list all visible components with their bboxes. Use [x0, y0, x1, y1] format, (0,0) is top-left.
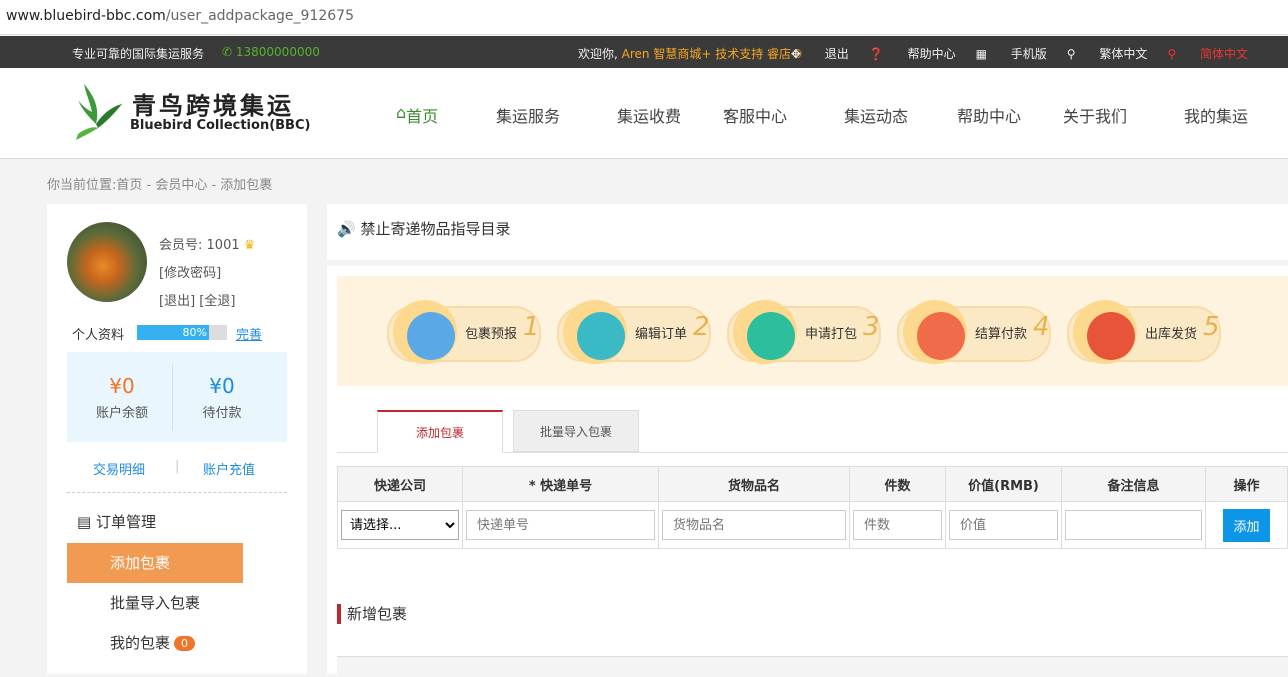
- nav-fees[interactable]: 集运收费: [617, 103, 681, 127]
- top-links: ✥ 退出 ❓ 帮助中心 ▦ 手机版 ⚲ 繁体中文 ⚲ 简体中文: [771, 45, 1248, 62]
- menu-batch-import[interactable]: 批量导入包裹: [67, 583, 243, 623]
- user-info: 会员号: 1001 ♛ [修改密码] [退出] [全退]: [159, 232, 255, 316]
- value-input[interactable]: [949, 510, 1058, 540]
- mobile-link[interactable]: ▦ 手机版: [976, 45, 1047, 62]
- profile-label: 个人资料: [72, 328, 125, 343]
- header-courier: 快递公司: [337, 466, 463, 502]
- header-remarks: 备注信息: [1061, 466, 1206, 502]
- simplified-chinese-link[interactable]: ⚲ 简体中文: [1167, 45, 1248, 62]
- new-packages-heading: 新增包裹: [337, 604, 407, 624]
- order-management-heading: ▤ 订单管理: [77, 513, 156, 531]
- chevron-down-icon: ⌄: [723, 103, 733, 116]
- link-separator: |: [175, 459, 180, 474]
- nav-my-shipping[interactable]: 我的集运: [1184, 103, 1248, 127]
- profile-progress-fill: 80%: [137, 325, 209, 340]
- remarks-input[interactable]: [1065, 510, 1202, 540]
- bird-logo-icon: [76, 84, 122, 140]
- profile-progress: 80%: [137, 325, 227, 340]
- member-number: 会员号: 1001 ♛: [159, 238, 256, 253]
- chevron-down-icon: ⌄: [496, 103, 506, 116]
- logout-link[interactable]: ✥ 退出: [791, 45, 849, 62]
- section-divider: [327, 260, 1288, 266]
- quantity-input[interactable]: [853, 510, 942, 540]
- main-content: 🔊 禁止寄递物品指导目录 包裹预报 1 编辑订单 2 申请打包 3 结算付款 4 出库发…: [327, 204, 1288, 677]
- traditional-chinese-link[interactable]: ⚲ 繁体中文: [1067, 45, 1148, 62]
- menu-my-packages[interactable]: 我的包裹 0: [67, 623, 243, 663]
- logo-chinese: 青鸟跨境集运: [132, 92, 294, 120]
- recharge-link[interactable]: 账户充值: [203, 459, 255, 478]
- package-form-table: 快递公司 * 快递单号 货物品名 件数 价值(RMB) 备注信息 操作 请选择.…: [337, 466, 1288, 549]
- crown-icon: ♛: [243, 238, 256, 253]
- complete-profile-link[interactable]: 完善: [236, 324, 262, 343]
- truck-icon: [1087, 312, 1135, 360]
- package-count-badge: 0: [174, 636, 196, 651]
- box-icon: [407, 312, 455, 360]
- breadcrumb: 你当前位置:首页 - 会员中心 - 添加包裹: [47, 178, 273, 193]
- phone-number: ✆ 13800000000: [222, 45, 320, 59]
- chevron-down-icon: ⌄: [1063, 103, 1073, 116]
- table-row: 请选择... 添加: [337, 501, 1288, 549]
- add-button[interactable]: 添加: [1223, 508, 1270, 542]
- dashed-divider: [67, 492, 287, 493]
- welcome-text: 欢迎你, Aren 智慧商城+ 技术支持 睿店®: [578, 47, 804, 61]
- browser-address-bar[interactable]: www.bluebird-bbc.com/user_addpackage_912…: [0, 0, 1288, 35]
- table-header-row: 快递公司 * 快递单号 货物品名 件数 价值(RMB) 备注信息 操作: [337, 466, 1288, 502]
- speaker-icon: 🔊: [337, 220, 356, 238]
- avatar: [67, 222, 147, 302]
- prohibited-items-notice[interactable]: 🔊 禁止寄递物品指导目录: [337, 218, 510, 239]
- package-tabs: 添加包裹 批量导入包裹: [337, 410, 1288, 453]
- logout-links[interactable]: [退出] [全退]: [159, 288, 255, 316]
- nav-help[interactable]: 帮助中心: [957, 103, 1021, 127]
- new-packages-table: [337, 656, 1288, 677]
- header-quantity: 件数: [849, 466, 946, 502]
- header-action: 操作: [1205, 466, 1288, 502]
- account-balance: ¥0 账户余额: [95, 374, 148, 421]
- tab-add-package[interactable]: 添加包裹: [377, 410, 503, 453]
- transactions-link[interactable]: 交易明细: [93, 459, 145, 478]
- help-link[interactable]: ❓ 帮助中心: [869, 45, 956, 62]
- top-bar: 专业可靠的国际集运服务 ✆ 13800000000 欢迎你, Aren 智慧商城…: [0, 36, 1288, 68]
- site-logo[interactable]: 青鸟跨境集运 Bluebird Collection(BBC): [74, 80, 314, 144]
- header-goods: 货物品名: [658, 466, 850, 502]
- yen-icon: [917, 312, 965, 360]
- nav-news[interactable]: 集运动态: [844, 103, 908, 127]
- courier-select[interactable]: 请选择...: [341, 510, 459, 540]
- header-value: 价值(RMB): [945, 466, 1062, 502]
- tagline: 专业可靠的国际集运服务: [72, 47, 205, 61]
- process-steps: 包裹预报 1 编辑订单 2 申请打包 3 结算付款 4 出库发货 5: [337, 276, 1288, 386]
- change-password-link[interactable]: [修改密码]: [159, 260, 255, 288]
- logo-english: Bluebird Collection(BBC): [130, 118, 311, 133]
- site-header: 青鸟跨境集运 Bluebird Collection(BBC) ⌂ 首页 集运服…: [0, 68, 1288, 159]
- gauge-icon: [577, 312, 625, 360]
- pending-payment: ¥0 待付款: [202, 374, 242, 421]
- url-text: www.bluebird-bbc.com/user_addpackage_912…: [6, 8, 354, 24]
- star-package-icon: [747, 312, 795, 360]
- tab-batch-import[interactable]: 批量导入包裹: [513, 410, 639, 452]
- list-icon: ▤: [77, 513, 92, 531]
- member-sidebar: 会员号: 1001 ♛ [修改密码] [退出] [全退] 个人资料 80% 完善…: [47, 204, 307, 674]
- header-tracking: * 快递单号: [462, 466, 659, 502]
- menu-add-package[interactable]: 添加包裹: [67, 543, 243, 583]
- tracking-number-input[interactable]: [466, 510, 655, 540]
- nav-home[interactable]: ⌂ 首页: [396, 103, 438, 126]
- goods-name-input[interactable]: [662, 510, 846, 540]
- balance-panel: ¥0 账户余额 ¥0 待付款: [67, 352, 287, 442]
